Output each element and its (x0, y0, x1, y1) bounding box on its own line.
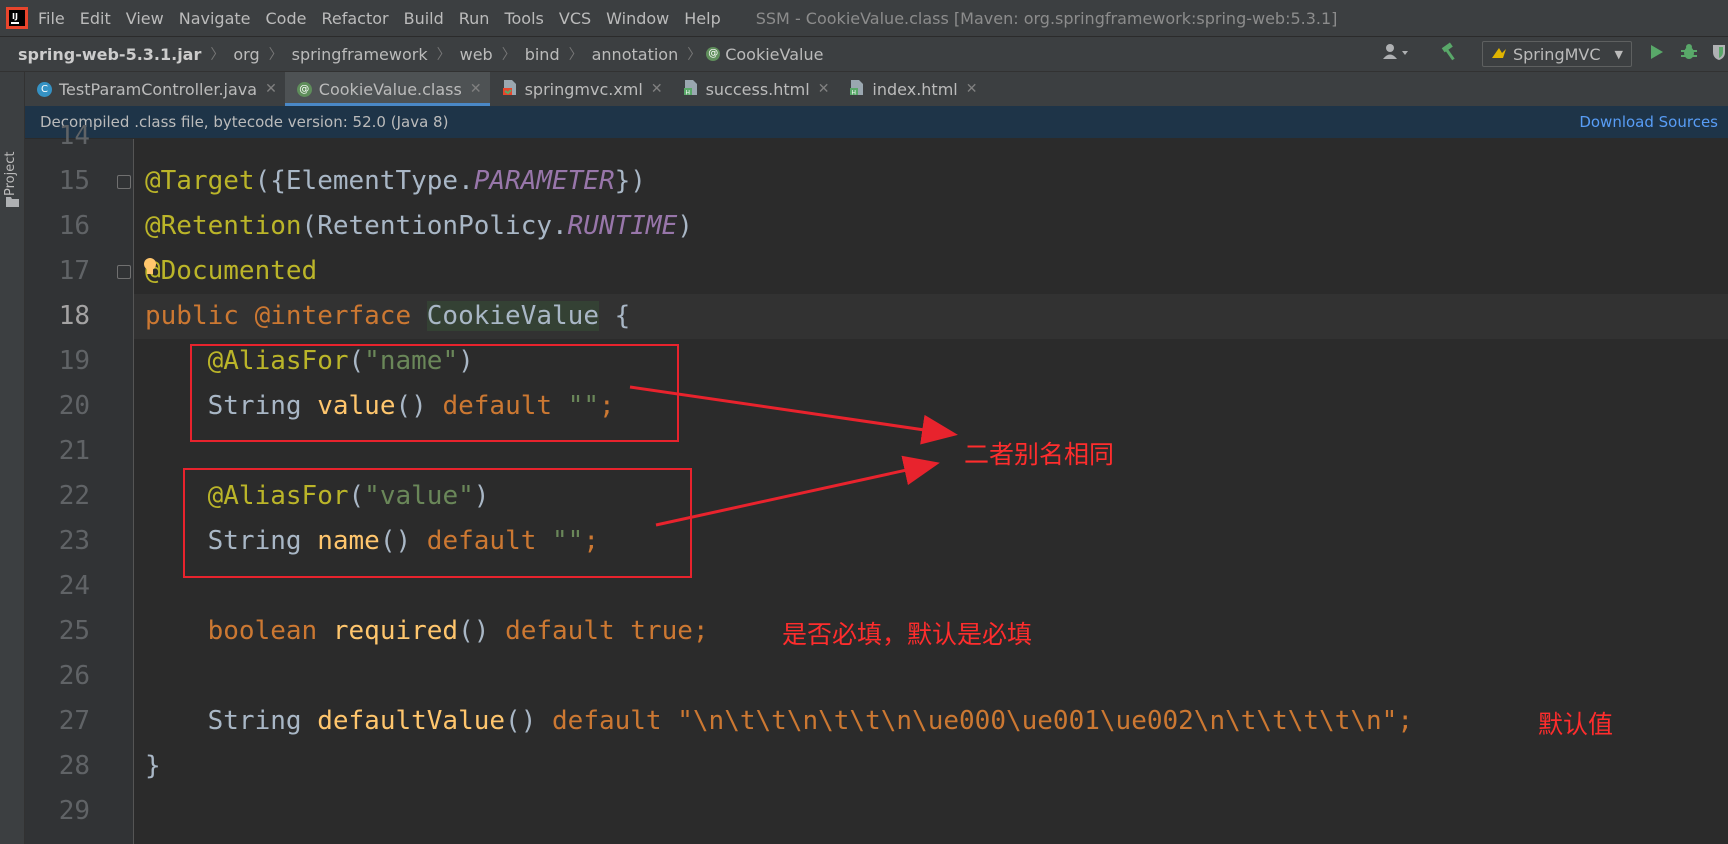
tab-success-html[interactable]: H success.html ✕ (671, 72, 838, 106)
menu-bar: IJ File Edit View Navigate Code Refactor… (0, 0, 1728, 36)
window-title: SSM - CookieValue.class [Maven: org.spri… (755, 8, 1338, 28)
line-number: 28 (58, 751, 90, 781)
run-configuration-dropdown[interactable]: SpringMVC ▼ (1481, 41, 1632, 67)
spring-config-icon (1491, 45, 1507, 64)
fold-marker-icon[interactable] (117, 175, 131, 189)
fold-marker-icon[interactable] (117, 265, 131, 279)
breadcrumb-separator-icon: 〉 (568, 47, 583, 63)
project-tool-window-button[interactable]: Project (3, 152, 18, 196)
line-number: 24 (58, 571, 90, 601)
html-file-icon: H (683, 79, 699, 100)
svg-text:IJ: IJ (12, 12, 18, 21)
close-icon[interactable]: ✕ (966, 81, 978, 97)
decompiled-message: Decompiled .class file, bytecode version… (40, 113, 449, 131)
editor-gutter: 14 15 16 17 18 19 20 21 22 23 24 25 26 2… (25, 121, 134, 844)
coverage-shield-icon[interactable] (1712, 43, 1726, 65)
line-number: 26 (58, 661, 90, 691)
tab-label: TestParamController.java (59, 79, 258, 99)
tab-label: success.html (705, 79, 810, 99)
code-editor[interactable]: @Target({ElementType.PARAMETER}) @Retent… (134, 139, 1728, 844)
menu-build[interactable]: Build (404, 9, 444, 28)
line-number: 15 (58, 166, 90, 196)
run-config-label: SpringMVC (1512, 44, 1601, 64)
left-tool-strip: Project (0, 72, 25, 844)
breadcrumb-separator-icon: 〉 (687, 47, 702, 63)
line-number: 19 (58, 346, 90, 376)
menu-edit[interactable]: Edit (80, 9, 111, 28)
menu-run[interactable]: Run (459, 9, 490, 28)
arrow-to-note-from-value (655, 455, 940, 527)
line-number: 27 (58, 706, 90, 736)
close-icon[interactable]: ✕ (818, 81, 830, 97)
menu-navigate[interactable]: Navigate (179, 9, 251, 28)
breadcrumb-separator-icon: 〉 (436, 47, 451, 63)
menu-vcs[interactable]: VCS (559, 9, 591, 28)
breadcrumb-separator-icon: 〉 (501, 47, 516, 63)
default-value-note: 默认值 (1538, 710, 1614, 739)
tab-springmvc-xml[interactable]: springmvc.xml ✕ (490, 72, 671, 106)
arrow-to-note-from-name (629, 385, 958, 445)
close-icon[interactable]: ✕ (651, 81, 663, 97)
annotation-arrows (629, 385, 958, 527)
tab-testparamcontroller[interactable]: C TestParamController.java ✕ (25, 72, 285, 106)
breadcrumb-web[interactable]: web (456, 45, 497, 64)
breadcrumb-jar[interactable]: spring-web-5.3.1.jar (14, 45, 205, 64)
menu-file[interactable]: File (38, 9, 65, 28)
line-number: 16 (58, 211, 90, 241)
build-hammer-icon[interactable] (1440, 42, 1460, 66)
menu-tools[interactable]: Tools (504, 9, 543, 28)
line-number: 14 (58, 121, 90, 151)
alias-note: 二者别名相同 (964, 440, 1115, 469)
line-number: 22 (58, 481, 90, 511)
user-icon[interactable] (1382, 43, 1412, 65)
breadcrumb: spring-web-5.3.1.jar 〉 org 〉 springframe… (0, 44, 827, 64)
line-number: 23 (58, 526, 90, 556)
breadcrumb-springframework[interactable]: springframework (288, 45, 432, 64)
xml-file-icon (502, 79, 518, 100)
folder-icon[interactable] (6, 192, 19, 211)
breadcrumb-annotation[interactable]: annotation (588, 45, 683, 64)
line-number: 25 (58, 616, 90, 646)
tab-label: index.html (872, 79, 958, 99)
breadcrumb-cookievalue[interactable]: CookieValue (725, 45, 827, 64)
download-sources-link[interactable]: Download Sources (1579, 113, 1718, 131)
tab-index-html[interactable]: H index.html ✕ (837, 72, 985, 106)
svg-text:H: H (685, 89, 690, 96)
html-file-icon: H (849, 79, 865, 100)
line-number: 17 (58, 256, 90, 286)
breadcrumb-separator-icon: 〉 (210, 47, 225, 63)
menu-refactor[interactable]: Refactor (321, 9, 388, 28)
intellij-logo-icon: IJ (6, 7, 28, 29)
breadcrumb-bind[interactable]: bind (521, 45, 564, 64)
tab-label: springmvc.xml (524, 79, 643, 99)
menu-code[interactable]: Code (266, 9, 307, 28)
run-icon[interactable] (1650, 44, 1664, 64)
debug-bug-icon[interactable] (1680, 43, 1698, 65)
java-class-icon: C (37, 81, 52, 97)
menu-window[interactable]: Window (606, 9, 669, 28)
breadcrumb-org[interactable]: org (229, 45, 263, 64)
toolbar-right: SpringMVC ▼ (1382, 37, 1728, 71)
menu-help[interactable]: Help (684, 9, 720, 28)
svg-text:H: H (852, 89, 857, 96)
line-number: 29 (58, 796, 90, 826)
decompiled-info-banner: Decompiled .class file, bytecode version… (25, 106, 1728, 139)
tab-label: CookieValue.class (318, 79, 462, 99)
menu-view[interactable]: View (126, 9, 164, 28)
tab-cookievalue[interactable]: @ CookieValue.class ✕ (284, 72, 490, 106)
close-icon[interactable]: ✕ (265, 81, 277, 97)
annotation-icon: @ (706, 47, 721, 61)
line-number: 21 (58, 436, 90, 466)
chevron-down-icon: ▼ (1614, 47, 1623, 61)
annotation-icon: @ (296, 81, 312, 97)
close-icon[interactable]: ✕ (470, 81, 482, 97)
line-number: 18 (58, 301, 90, 331)
breadcrumb-separator-icon: 〉 (268, 47, 283, 63)
navigation-bar: spring-web-5.3.1.jar 〉 org 〉 springframe… (0, 36, 1728, 72)
line-number: 20 (58, 391, 90, 421)
editor-tabs: C TestParamController.java ✕ @ CookieVal… (25, 72, 1728, 106)
required-note: 是否必填，默认是必填 (782, 620, 1033, 649)
